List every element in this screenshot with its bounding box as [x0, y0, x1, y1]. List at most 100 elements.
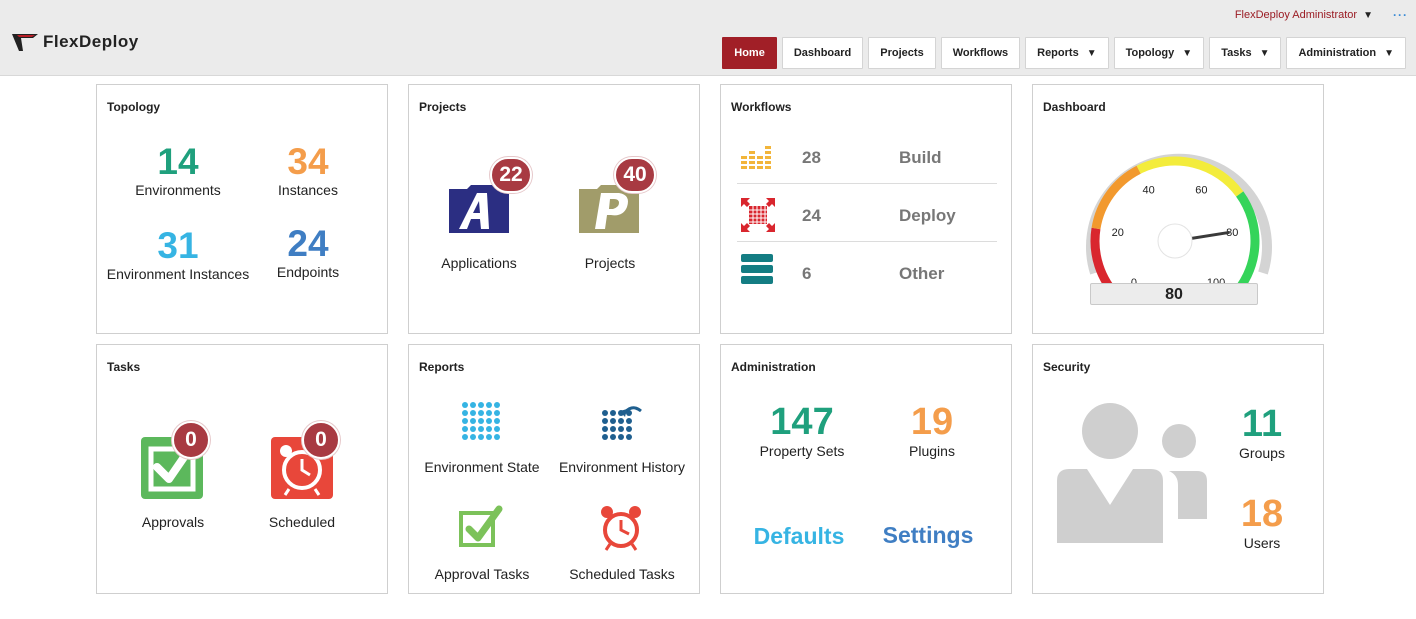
- nav-home-label: Home: [734, 47, 765, 59]
- environment-instances-stat[interactable]: 31 Environment Instances: [103, 227, 253, 282]
- applications-tile[interactable]: [449, 185, 509, 233]
- nav-workflows[interactable]: Workflows: [940, 37, 1021, 69]
- grid-dot: [626, 418, 632, 424]
- grid-dot: [478, 434, 484, 440]
- user-menu-caret-icon[interactable]: ▼: [1363, 10, 1373, 21]
- logo-text: FlexDeploy: [43, 32, 139, 51]
- tasks-panel: Tasks 0 Approvals 0 Scheduled: [96, 344, 388, 594]
- instances-count: 34: [287, 141, 329, 182]
- endpoints-stat[interactable]: 24 Endpoints: [233, 225, 383, 280]
- deploy-label: Deploy: [899, 206, 956, 225]
- nav-administration-label: Administration: [1298, 47, 1377, 59]
- scheduled-count-badge: 0: [302, 421, 340, 459]
- grid-dot: [626, 426, 632, 432]
- settings-link[interactable]: Settings: [858, 522, 998, 549]
- applications-count-badge: 22: [490, 157, 532, 193]
- environment-history-link[interactable]: Environment History: [542, 459, 702, 475]
- grid-dot: [462, 402, 468, 408]
- property-sets-label: Property Sets: [759, 443, 845, 459]
- gauge-tick-label: 20: [1112, 227, 1124, 239]
- scheduled-clock-icon[interactable]: [599, 505, 643, 551]
- environment-state-icon[interactable]: [461, 401, 501, 441]
- user-menu[interactable]: FlexDeploy Administrator: [1235, 9, 1357, 21]
- users-stat[interactable]: 18 Users: [1187, 495, 1337, 551]
- nav-projects[interactable]: Projects: [868, 37, 936, 69]
- environment-instances-label: Environment Instances: [106, 266, 250, 282]
- other-count: 6: [802, 264, 812, 283]
- deploy-icon: [741, 198, 775, 232]
- property-sets-stat[interactable]: 147 Property Sets: [727, 403, 877, 459]
- nav-dashboard-label: Dashboard: [793, 47, 852, 59]
- grid-dot: [486, 434, 492, 440]
- workflow-row-other[interactable]: 6 Other: [737, 248, 997, 306]
- panel-title: Dashboard: [1043, 100, 1106, 114]
- grid-dot: [602, 434, 608, 440]
- panel-title: Administration: [731, 360, 816, 374]
- plugins-label: Plugins: [909, 443, 955, 459]
- grid-dot: [478, 402, 484, 408]
- build-icon: [741, 146, 771, 169]
- environments-stat[interactable]: 14 Environments: [103, 143, 253, 198]
- environment-instances-count: 31: [157, 225, 199, 266]
- grid-dot: [462, 426, 468, 432]
- logo[interactable]: FlexDeploy: [11, 32, 139, 52]
- environments-count: 14: [157, 141, 199, 182]
- nav-administration[interactable]: Administration ▼: [1286, 37, 1406, 69]
- nav-topology[interactable]: Topology ▼: [1113, 37, 1205, 69]
- grid-dot: [618, 434, 624, 440]
- grid-dot: [618, 426, 624, 432]
- environment-state-link[interactable]: Environment State: [402, 459, 562, 475]
- grid-dot: [494, 410, 500, 416]
- nav-dashboard[interactable]: Dashboard: [781, 37, 864, 69]
- grid-dot: [470, 410, 476, 416]
- scheduled-label[interactable]: Scheduled: [222, 514, 382, 530]
- grid-dot: [462, 434, 468, 440]
- grid-dot: [494, 402, 500, 408]
- app-header: FlexDeploy FlexDeploy Administrator ▼ ··…: [0, 0, 1416, 76]
- approval-tasks-link[interactable]: Approval Tasks: [402, 566, 562, 582]
- grid-dot: [602, 410, 608, 416]
- gauge-tick-label: 60: [1195, 184, 1207, 196]
- grid-dot: [486, 402, 492, 408]
- users-label: Users: [1243, 535, 1281, 551]
- grid-dot: [478, 418, 484, 424]
- instances-stat[interactable]: 34 Instances: [233, 143, 383, 198]
- defaults-link[interactable]: Defaults: [729, 523, 869, 550]
- workflow-row-build[interactable]: 28 Build: [737, 132, 997, 190]
- more-options-icon[interactable]: ···: [1393, 8, 1408, 22]
- grid-dot: [602, 426, 608, 432]
- grid-dot: [610, 434, 616, 440]
- divider: [737, 183, 997, 184]
- workflow-row-deploy[interactable]: 24 Deploy: [737, 190, 997, 248]
- chevron-down-icon: ▼: [1259, 47, 1270, 59]
- property-sets-count: 147: [770, 401, 834, 443]
- environments-label: Environments: [135, 182, 221, 198]
- endpoints-count: 24: [287, 223, 329, 264]
- workflows-panel: Workflows 28 Build 24 Deploy 6 Other: [720, 84, 1012, 334]
- plugins-stat[interactable]: 19 Plugins: [857, 403, 1007, 459]
- grid-dot: [470, 418, 476, 424]
- scheduled-tasks-link[interactable]: Scheduled Tasks: [542, 566, 702, 582]
- groups-stat[interactable]: 11 Groups: [1187, 405, 1337, 461]
- environment-history-icon[interactable]: [601, 401, 645, 441]
- plugins-count: 19: [910, 401, 954, 443]
- projects-label[interactable]: Projects: [530, 255, 690, 271]
- grid-dot: [478, 426, 484, 432]
- grid-dot: [470, 426, 476, 432]
- grid-dot: [602, 418, 608, 424]
- build-label: Build: [899, 148, 942, 167]
- chevron-down-icon: ▼: [1086, 47, 1097, 59]
- nav-reports[interactable]: Reports ▼: [1025, 37, 1109, 69]
- gauge-hub: [1157, 223, 1193, 259]
- grid-dot: [618, 418, 624, 424]
- grid-dot: [610, 410, 616, 416]
- approvals-count-badge: 0: [172, 421, 210, 459]
- grid-dot: [494, 418, 500, 424]
- grid-dot: [486, 418, 492, 424]
- nav-home[interactable]: Home: [722, 37, 777, 69]
- grid-dot: [470, 434, 476, 440]
- nav-tasks[interactable]: Tasks ▼: [1209, 37, 1282, 69]
- approval-check-icon[interactable]: [459, 505, 503, 549]
- grid-dot: [610, 426, 616, 432]
- gauge-readout: 80: [1090, 283, 1258, 305]
